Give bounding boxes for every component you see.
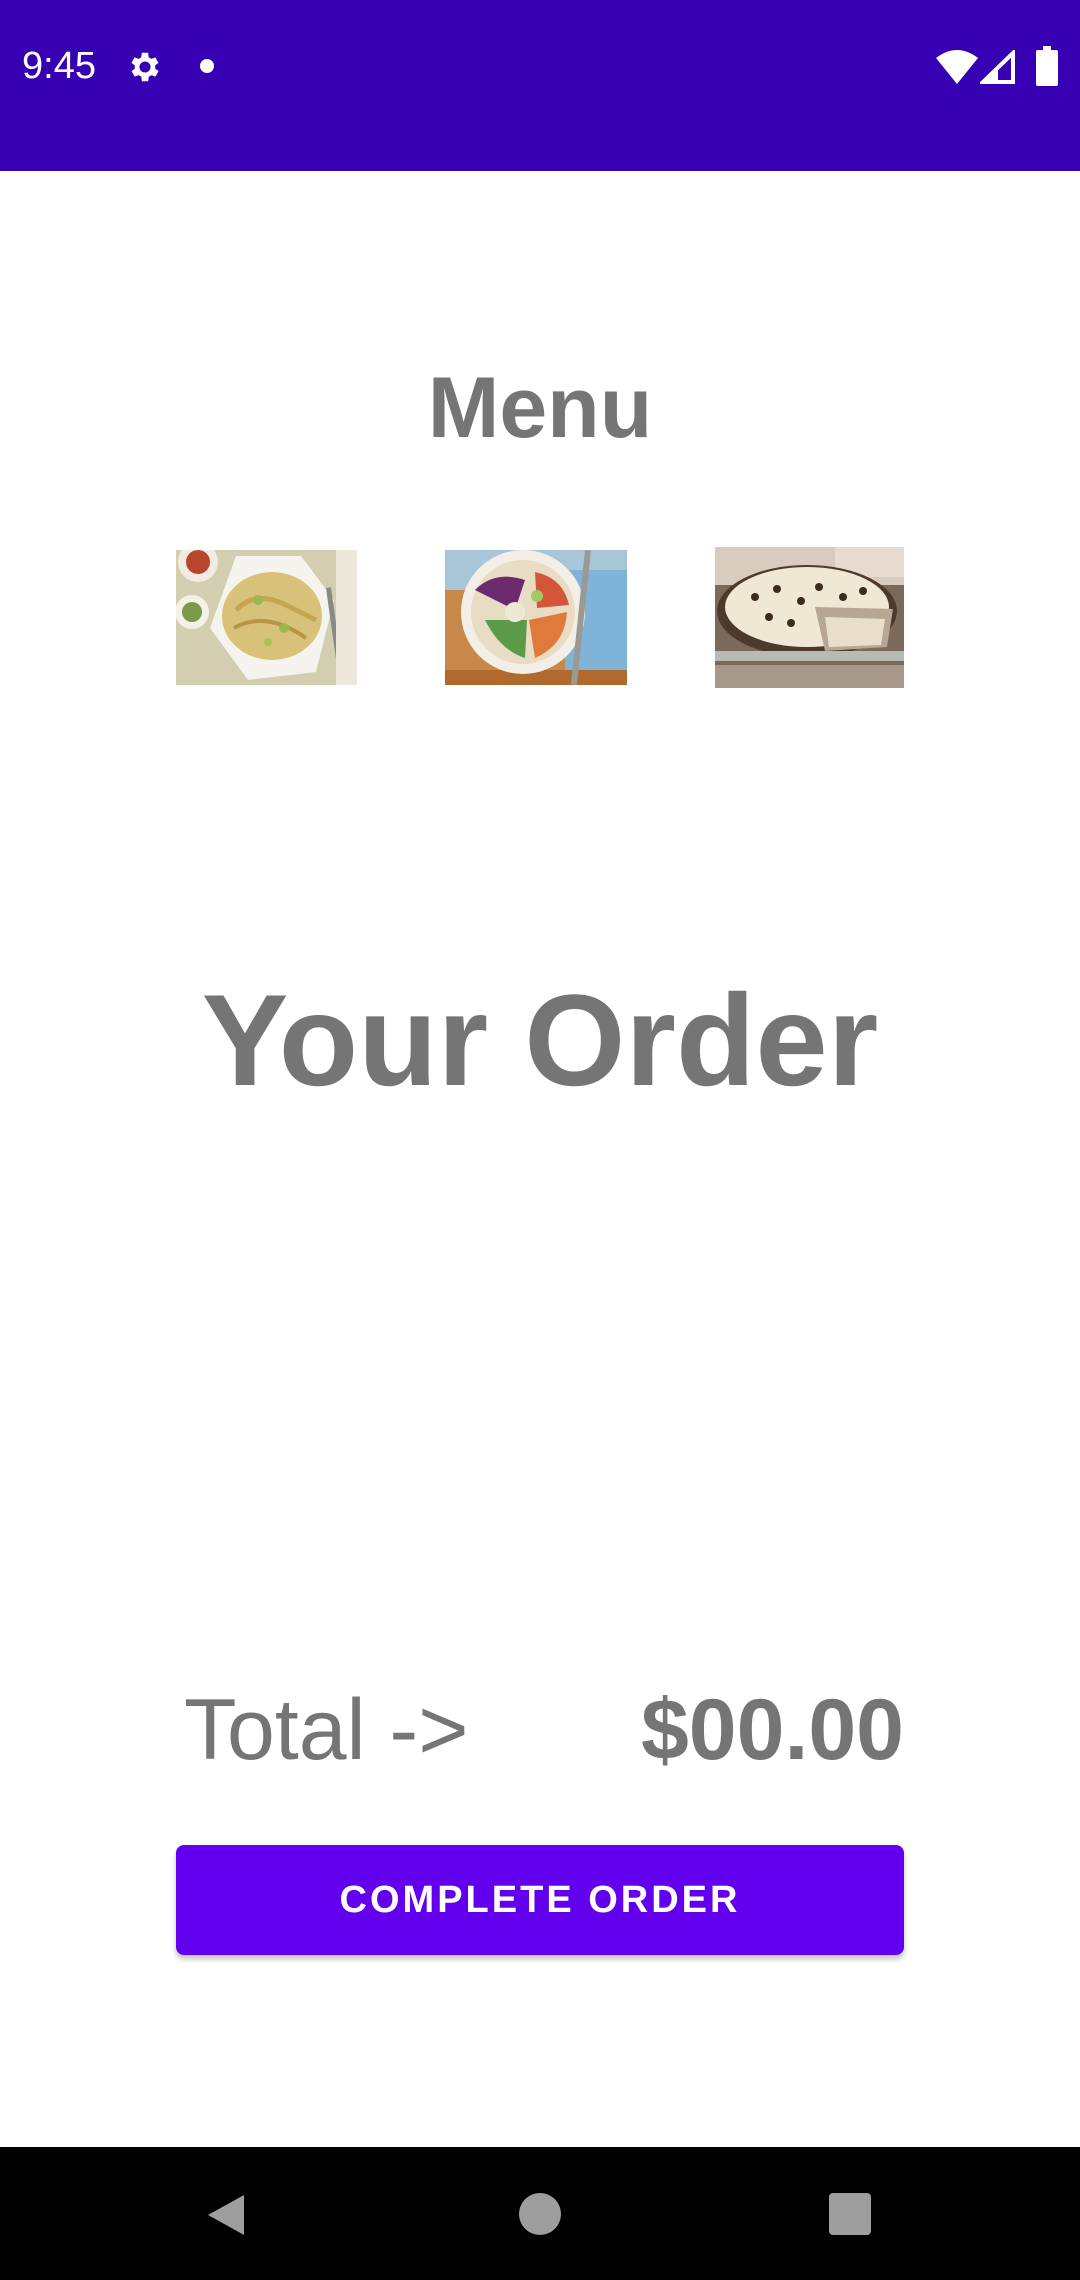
status-bar: 9:45 [0, 0, 1080, 171]
status-time: 9:45 [22, 45, 96, 87]
complete-order-button[interactable]: COMPLETE ORDER [176, 1845, 904, 1955]
app-screen: 9:45 Menu Your Order Total -> $00.00 COM… [0, 0, 1080, 2280]
back-icon[interactable] [204, 2191, 248, 2239]
home-icon[interactable] [519, 2193, 561, 2235]
order-title: Your Order [201, 967, 879, 1113]
total-label: Total -> [184, 1682, 469, 1778]
wifi-icon [936, 50, 978, 84]
cell-signal-icon [980, 50, 1015, 84]
recents-icon[interactable] [829, 2193, 871, 2235]
salad-bowl-image[interactable] [445, 550, 627, 685]
total-value: $00.00 [640, 1682, 904, 1778]
settings-gear-icon [131, 52, 159, 82]
navigation-bar [0, 2147, 1080, 2280]
noodles-dish-image[interactable] [176, 550, 357, 685]
battery-icon [1036, 46, 1058, 86]
menu-title: Menu [427, 360, 653, 456]
notification-dot-icon [200, 59, 214, 73]
cream-pie-image[interactable] [715, 547, 904, 688]
